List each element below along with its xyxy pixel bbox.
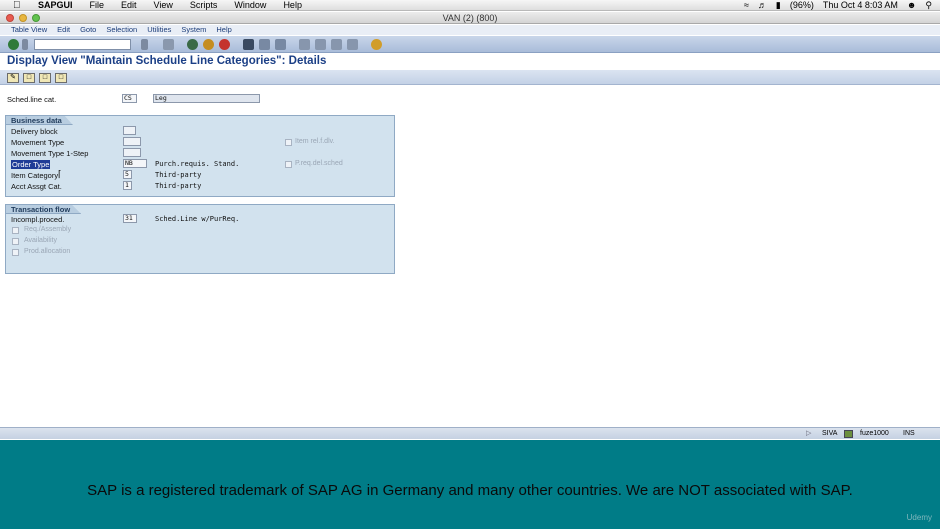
business-data-title: Business data xyxy=(6,116,73,125)
battery-icon[interactable]: ▮ xyxy=(776,0,781,11)
page-title: Display View "Maintain Schedule Line Cat… xyxy=(7,55,327,67)
application-toolbar: ✎ □ □ □ xyxy=(0,70,940,85)
delivery-block-label: Delivery block xyxy=(11,127,58,136)
sched-line-cat-description: Leg xyxy=(153,94,260,103)
last-page-icon[interactable] xyxy=(347,39,358,50)
trademark-banner: SAP is a registered trademark of SAP AG … xyxy=(0,440,940,529)
order-type-field[interactable]: NB xyxy=(123,159,147,168)
next-page-icon[interactable] xyxy=(331,39,342,50)
mac-menu-app[interactable]: SAPGUI xyxy=(38,0,73,11)
next-entry-icon[interactable]: □ xyxy=(55,73,67,83)
movement-type-label: Movement Type xyxy=(11,138,65,147)
prod-allocation-label: Prod.allocation xyxy=(24,248,71,255)
mac-menu-view[interactable]: View xyxy=(154,0,173,11)
mac-menu-window[interactable]: Window xyxy=(234,0,266,11)
wifi-icon[interactable]: ≈ xyxy=(744,0,749,11)
window-title: VAN (2) (800) xyxy=(442,13,498,23)
item-category-description: Third-party xyxy=(155,171,202,179)
mac-menu-items: SAPGUI File Edit View Scripts Window Hel… xyxy=(38,0,302,11)
sap-menu-edit[interactable]: Edit xyxy=(57,25,70,35)
item-rel-dlv-label: Item rel.f.dlv. xyxy=(295,138,335,145)
mouse-cursor-icon: ⌈ xyxy=(58,169,62,179)
mac-menubar:  SAPGUI File Edit View Scripts Window H… xyxy=(0,0,940,11)
display-change-icon[interactable]: ✎ xyxy=(7,73,19,83)
incompl-proced-description: Sched.Line w/PurReq. xyxy=(155,215,240,223)
sched-line-cat-label: Sched.line cat. xyxy=(7,95,57,104)
first-page-icon[interactable] xyxy=(299,39,310,50)
acct-assgt-cat-description: Third-party xyxy=(155,182,202,190)
mac-menu-help[interactable]: Help xyxy=(283,0,302,11)
prod-allocation-checkbox[interactable] xyxy=(12,249,19,256)
sap-menu-help[interactable]: Help xyxy=(216,25,231,35)
previous-entry-icon[interactable]: □ xyxy=(39,73,51,83)
find-next-icon[interactable] xyxy=(275,39,286,50)
item-rel-dlv-checkbox[interactable] xyxy=(285,139,292,146)
incompl-proced-field[interactable]: 31 xyxy=(123,214,137,223)
sap-menubar: Table View Edit Goto Selection Utilities… xyxy=(0,25,940,35)
item-category-field[interactable]: 5 xyxy=(123,170,132,179)
movement-type-1step-field[interactable] xyxy=(123,148,141,157)
status-user: SIVA xyxy=(822,430,838,437)
req-assembly-checkbox[interactable] xyxy=(12,227,19,234)
mac-status-area: ≈ ♬ ▮ (96%) Thu Oct 4 8:03 AM ☻ ⚲ xyxy=(744,0,932,11)
command-dropdown-icon[interactable] xyxy=(22,39,28,50)
order-type-label: Order Type xyxy=(11,160,51,169)
incompl-proced-label: Incompl.proced. xyxy=(11,215,65,224)
status-mode[interactable]: INS xyxy=(903,428,915,440)
availability-checkbox[interactable] xyxy=(12,238,19,245)
clock[interactable]: Thu Oct 4 8:03 AM xyxy=(823,0,898,11)
order-type-label-text: Order Type xyxy=(11,160,51,169)
sched-line-cat-field[interactable]: CS xyxy=(122,94,137,103)
print-icon[interactable] xyxy=(243,39,254,50)
window-titlebar: VAN (2) (800) xyxy=(0,12,940,24)
volume-icon[interactable]: ♬ xyxy=(758,0,767,11)
mac-menu-scripts[interactable]: Scripts xyxy=(190,0,218,11)
status-toggle-icon[interactable]: ▷ xyxy=(806,428,811,440)
status-server: fuze1000 xyxy=(860,430,889,437)
req-assembly-label: Req./Assembly xyxy=(24,226,72,233)
acct-assgt-cat-label: Acct Assgt Cat. xyxy=(11,182,62,191)
preq-del-sched-checkbox[interactable] xyxy=(285,161,292,168)
udemy-watermark: Udemy xyxy=(906,513,932,522)
window-minimize-button[interactable] xyxy=(19,14,27,22)
availability-label: Availability xyxy=(24,237,57,244)
status-system-icon[interactable] xyxy=(844,430,853,438)
movement-type-1step-label: Movement Type 1-Step xyxy=(11,149,89,158)
standard-toolbar xyxy=(0,36,940,53)
acct-assgt-cat-field[interactable]: 1 xyxy=(123,181,132,190)
command-history-icon[interactable] xyxy=(141,39,148,50)
cancel-icon[interactable] xyxy=(219,39,230,50)
item-category-label: Item Category xyxy=(11,171,59,180)
movement-type-field[interactable] xyxy=(123,137,141,146)
back-icon[interactable] xyxy=(187,39,198,50)
sap-menu-utilities[interactable]: Utilities xyxy=(147,25,171,35)
sap-menu-selection[interactable]: Selection xyxy=(106,25,137,35)
other-entry-icon[interactable]: □ xyxy=(23,73,35,83)
mac-menu-edit[interactable]: Edit xyxy=(121,0,137,11)
sap-menu-table-view[interactable]: Table View xyxy=(11,25,47,35)
delivery-block-field[interactable] xyxy=(123,126,136,135)
transaction-flow-title: Transaction flow xyxy=(6,205,82,214)
command-field[interactable] xyxy=(34,39,131,50)
user-icon[interactable]: ☻ xyxy=(907,0,916,11)
apple-icon[interactable]:  xyxy=(13,0,21,11)
window-close-button[interactable] xyxy=(6,14,14,22)
window-zoom-button[interactable] xyxy=(32,14,40,22)
trademark-notice: SAP is a registered trademark of SAP AG … xyxy=(87,482,853,499)
battery-percent: (96%) xyxy=(789,0,814,10)
exit-icon[interactable] xyxy=(203,39,214,50)
spotlight-icon[interactable]: ⚲ xyxy=(925,0,932,11)
status-bar: ▷ SIVA fuze1000 INS xyxy=(0,427,940,439)
mac-menu-file[interactable]: File xyxy=(90,0,105,11)
enter-icon[interactable] xyxy=(8,39,19,50)
find-icon[interactable] xyxy=(259,39,270,50)
help-icon[interactable] xyxy=(371,39,382,50)
sap-menu-goto[interactable]: Goto xyxy=(80,25,96,35)
order-type-description: Purch.requis. Stand. xyxy=(155,160,240,168)
sap-menu-system[interactable]: System xyxy=(181,25,206,35)
save-icon[interactable] xyxy=(163,39,174,50)
preq-del-sched-label: P.req.del.sched xyxy=(295,160,343,167)
previous-page-icon[interactable] xyxy=(315,39,326,50)
